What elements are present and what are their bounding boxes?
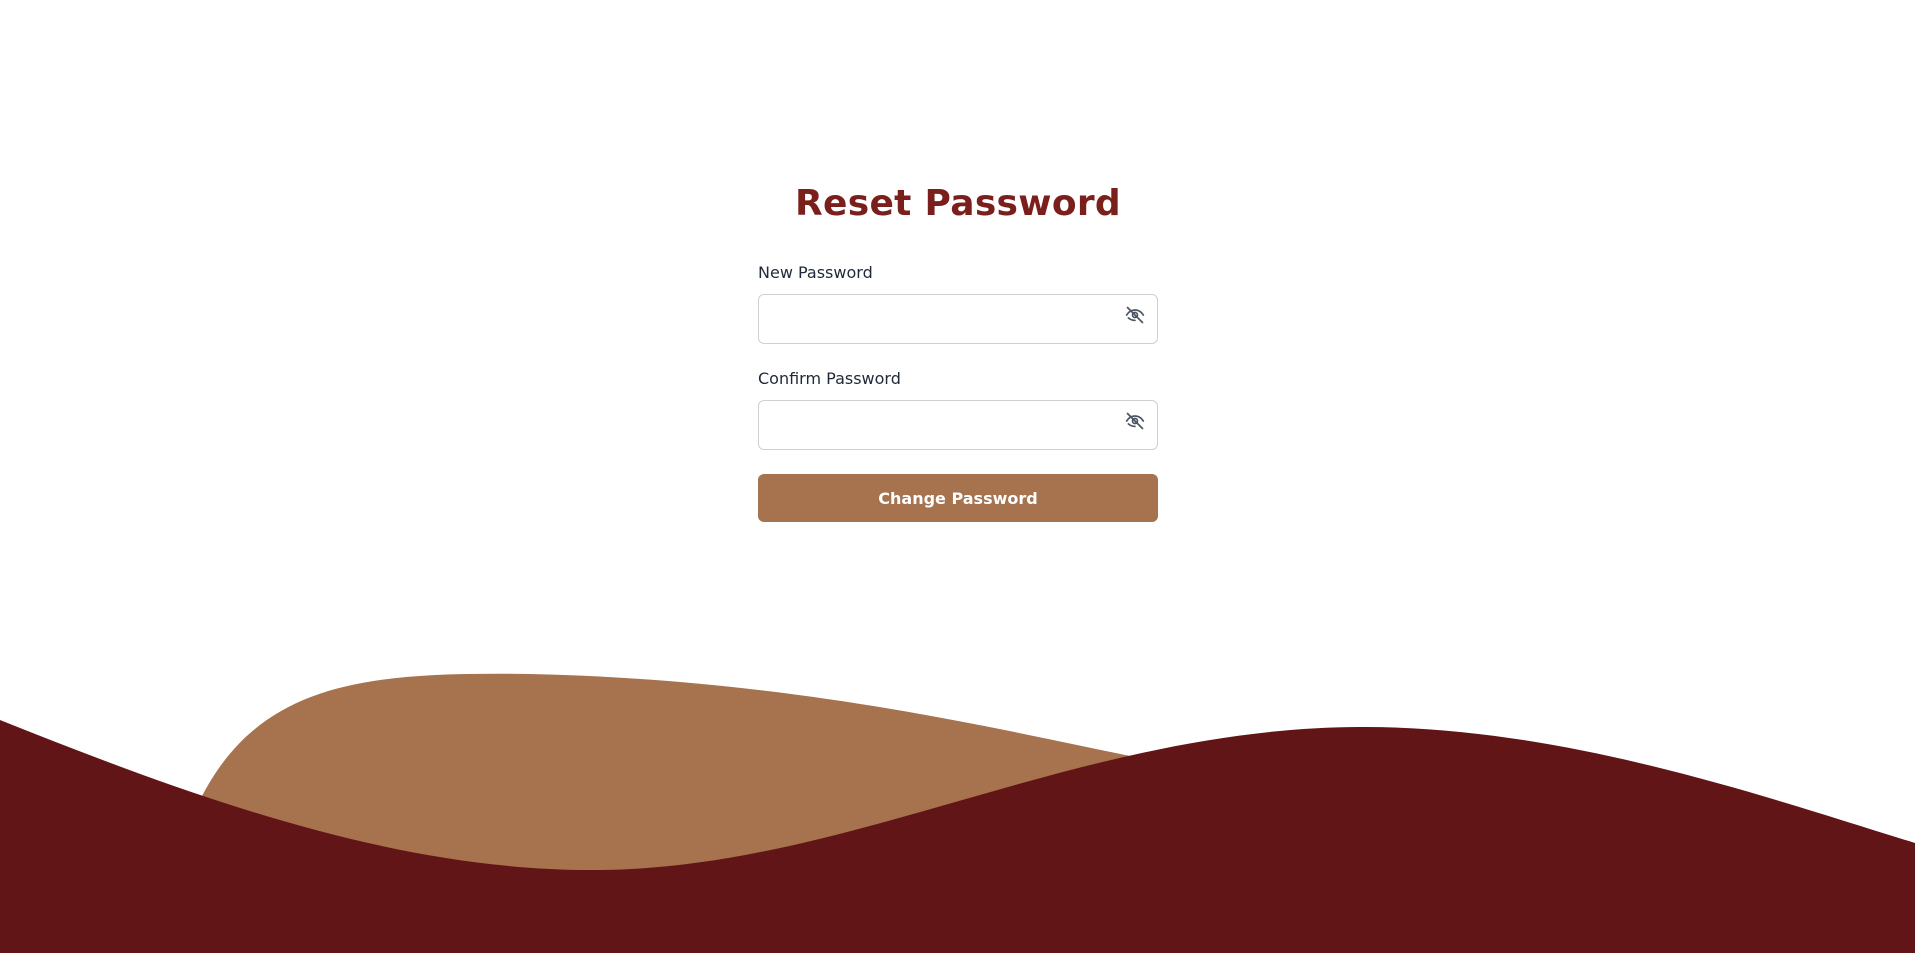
confirm-password-input[interactable]: [759, 401, 1157, 449]
new-password-field: New Password: [758, 262, 1158, 344]
change-password-button[interactable]: Change Password: [758, 474, 1158, 522]
confirm-password-label: Confirm Password: [758, 369, 901, 388]
confirm-password-field: Confirm Password: [758, 368, 1158, 450]
reset-password-form: Reset Password New Password Confirm Pass…: [758, 170, 1158, 522]
new-password-label: New Password: [758, 263, 873, 282]
confirm-password-input-box: [758, 400, 1158, 450]
new-password-input[interactable]: [759, 295, 1157, 343]
eye-off-icon[interactable]: [1123, 303, 1147, 327]
eye-off-icon[interactable]: [1123, 409, 1147, 433]
reset-password-page: Reset Password New Password Confirm Pass…: [0, 0, 1915, 953]
new-password-input-box: [758, 294, 1158, 344]
page-title: Reset Password: [794, 183, 1121, 224]
